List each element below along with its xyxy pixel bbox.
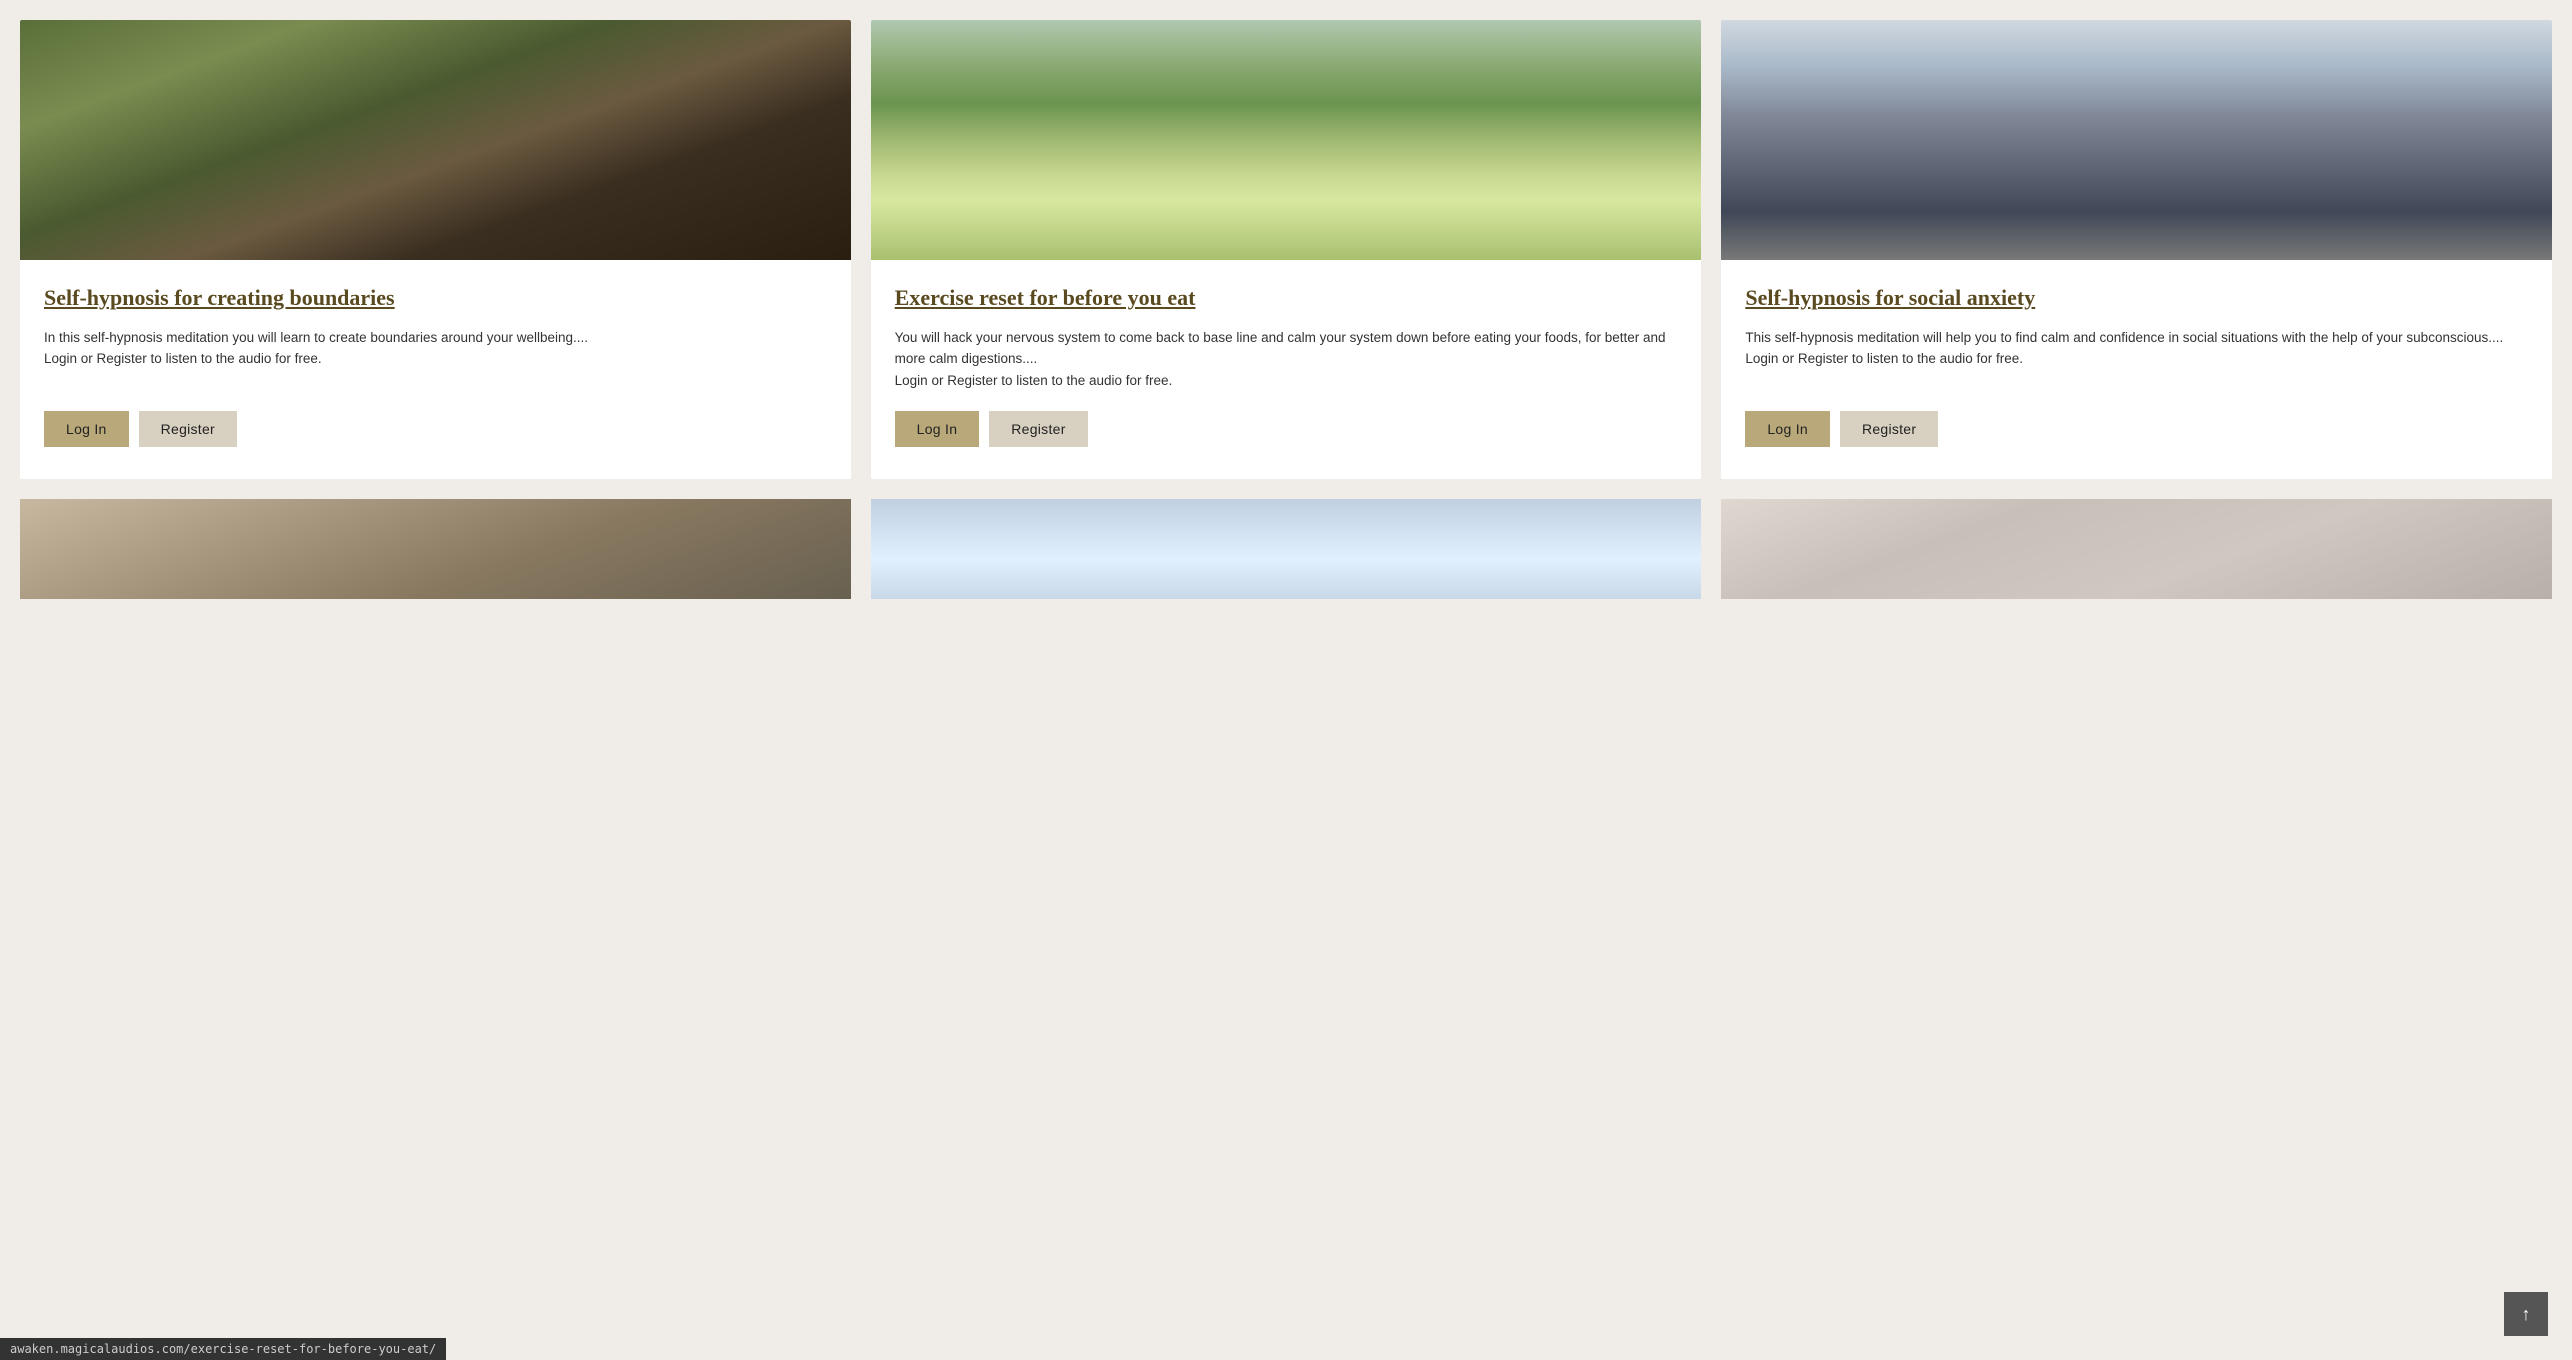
card-boundaries: Self-hypnosis for creating boundaries In… (20, 20, 851, 479)
card-exercise-content: Exercise reset for before you eat You wi… (871, 260, 1702, 479)
card-social-anxiety-description: This self-hypnosis meditation will help … (1745, 327, 2528, 392)
card-exercise-title: Exercise reset for before you eat (895, 284, 1678, 313)
card-social-anxiety: Self-hypnosis for social anxiety This se… (1721, 20, 2552, 479)
url-bar: awaken.magicalaudios.com/exercise-reset-… (0, 1338, 446, 1360)
bottom-card-2 (871, 499, 1702, 599)
card-boundaries-buttons: Log In Register (44, 411, 827, 447)
card-social-anxiety-title: Self-hypnosis for social anxiety (1745, 284, 2528, 313)
card-boundaries-register-button[interactable]: Register (139, 411, 237, 447)
card-boundaries-title: Self-hypnosis for creating boundaries (44, 284, 827, 313)
card-exercise: Exercise reset for before you eat You wi… (871, 20, 1702, 479)
card-social-anxiety-image (1721, 20, 2552, 260)
card-boundaries-description: In this self-hypnosis meditation you wil… (44, 327, 827, 392)
card-boundaries-content: Self-hypnosis for creating boundaries In… (20, 260, 851, 479)
card-social-anxiety-buttons: Log In Register (1745, 411, 2528, 447)
bottom-row (20, 499, 2552, 599)
card-exercise-buttons: Log In Register (895, 411, 1678, 447)
card-exercise-image (871, 20, 1702, 260)
card-exercise-login-button[interactable]: Log In (895, 411, 980, 447)
card-social-anxiety-register-button[interactable]: Register (1840, 411, 1938, 447)
bottom-card-2-photo (871, 499, 1702, 599)
bottom-card-1-photo (20, 499, 851, 599)
card-boundaries-photo (20, 20, 851, 260)
card-social-anxiety-photo (1721, 20, 2552, 260)
card-social-anxiety-login-button[interactable]: Log In (1745, 411, 1830, 447)
card-exercise-description: You will hack your nervous system to com… (895, 327, 1678, 392)
cards-grid: Self-hypnosis for creating boundaries In… (20, 20, 2552, 479)
bottom-card-3 (1721, 499, 2552, 599)
scroll-to-top-icon: ↑ (2522, 1304, 2531, 1325)
bottom-card-3-photo (1721, 499, 2552, 599)
card-boundaries-login-button[interactable]: Log In (44, 411, 129, 447)
card-exercise-photo (871, 20, 1702, 260)
scroll-to-top-button[interactable]: ↑ (2504, 1292, 2548, 1336)
card-social-anxiety-content: Self-hypnosis for social anxiety This se… (1721, 260, 2552, 479)
card-boundaries-image (20, 20, 851, 260)
bottom-card-1 (20, 499, 851, 599)
page-container: Self-hypnosis for creating boundaries In… (0, 0, 2572, 599)
card-exercise-register-button[interactable]: Register (989, 411, 1087, 447)
